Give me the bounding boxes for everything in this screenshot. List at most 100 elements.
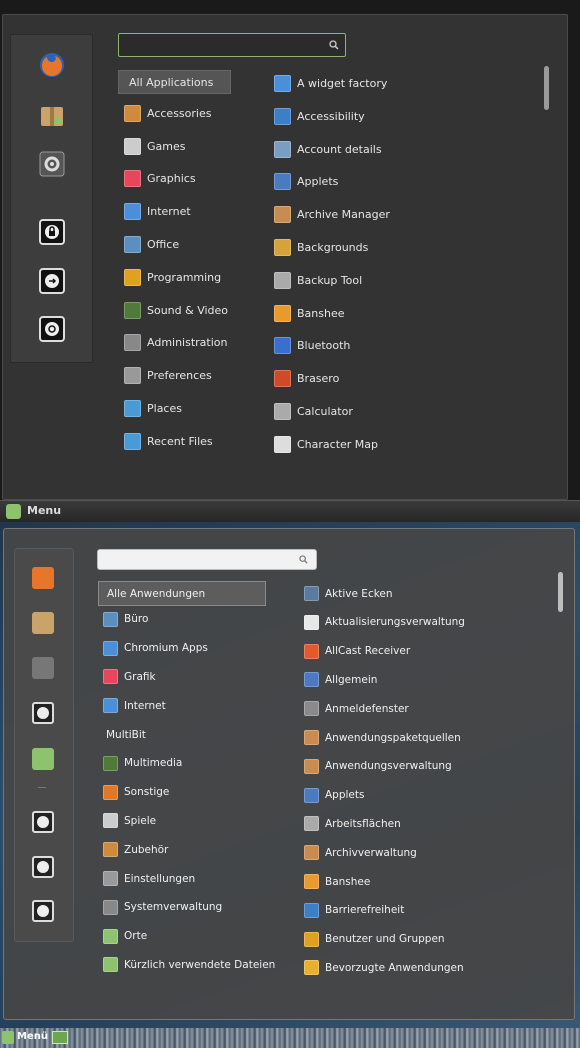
logout-icon[interactable] [39,268,65,294]
package-icon[interactable] [39,103,65,129]
category-item[interactable]: Zubehör [103,840,168,859]
accessibility-icon [274,107,291,125]
users-groups-icon [304,931,319,947]
terminal-icon[interactable] [32,702,54,724]
app-item[interactable]: A widget factory [274,73,387,94]
category-item[interactable]: Orte [103,927,147,946]
package-icon[interactable] [32,612,54,634]
chromium-icon [103,640,118,656]
app-item[interactable]: Account details [274,139,382,160]
firefox-icon[interactable] [39,52,65,78]
category-item[interactable]: Chromium Apps [103,639,208,658]
taskbar-strip: Menu [0,500,580,523]
app-item[interactable]: Archivverwaltung [304,843,417,862]
category-item[interactable]: All Applications [118,70,231,94]
app-item[interactable]: Calculator [274,401,353,422]
scrollbar[interactable] [544,66,549,110]
search-icon [299,555,308,564]
app-item[interactable]: Applets [274,171,338,192]
app-item[interactable]: Banshee [274,303,345,324]
menu-button-label[interactable]: Menu [27,504,61,517]
app-item[interactable]: Arbeitsflächen [304,814,401,833]
category-item[interactable]: Büro [103,610,148,629]
category-item[interactable]: Internet [103,696,166,715]
app-item[interactable]: Aktive Ecken [304,584,393,603]
system-settings-icon[interactable] [32,657,54,679]
category-item[interactable]: Places [124,398,182,419]
app-item[interactable]: Archive Manager [274,204,390,225]
app-item[interactable]: Allgemein [304,670,377,689]
category-label: Orte [124,930,148,943]
category-item[interactable]: Graphics [124,168,196,189]
lock-icon[interactable] [32,811,54,833]
search-input[interactable] [125,37,329,55]
search-box[interactable] [97,549,317,570]
administration-icon [103,899,118,915]
show-desktop-icon[interactable] [52,1031,68,1044]
app-item[interactable]: Brasero [274,368,339,389]
category-item[interactable]: Sound & Video [124,300,228,321]
mint-logo-icon[interactable] [6,504,21,519]
lock-icon[interactable] [39,219,65,245]
category-item[interactable]: Alle Anwendungen [98,581,266,606]
system-settings-icon[interactable] [39,151,65,177]
app-item[interactable]: Backgrounds [274,237,368,258]
category-item[interactable]: Einstellungen [103,869,195,888]
category-item[interactable]: Recent Files [124,431,213,452]
internet-icon [124,203,141,221]
app-item[interactable]: Banshee [304,872,370,891]
accessibility-icon [304,902,319,918]
app-item[interactable]: Bluetooth [274,335,350,356]
app-item[interactable]: Anwendungspaketquellen [304,728,461,747]
shutdown-icon[interactable] [39,316,65,342]
category-item[interactable]: Spiele [103,811,156,830]
category-label: All Applications [129,75,214,89]
category-label: Systemverwaltung [124,901,223,914]
app-label: Benutzer und Gruppen [325,933,445,946]
backgrounds-icon [274,239,291,256]
category-label: Recent Files [147,434,213,448]
category-item[interactable]: Systemverwaltung [103,898,222,917]
app-label: Accessibility [297,109,365,123]
app-item[interactable]: Applets [304,786,364,805]
app-label: Applets [297,175,339,189]
search-input[interactable] [104,552,298,569]
category-item[interactable]: Multimedia [103,754,182,773]
multimedia-icon [103,755,118,771]
app-item[interactable]: Aktualisierungsverwaltung [304,613,465,632]
shutdown-icon[interactable] [32,900,54,922]
category-item[interactable]: Internet [124,201,191,222]
folder-icon[interactable] [32,748,54,770]
app-item[interactable]: Anmeldefenster [304,699,409,718]
app-item[interactable]: Accessibility [274,106,365,127]
sound-video-icon [124,301,141,319]
app-label: Bluetooth [297,339,351,353]
category-item[interactable]: Games [124,136,185,157]
category-item[interactable]: Administration [124,332,228,353]
preferences-icon [103,871,118,886]
search-box[interactable] [118,33,346,57]
menu-button-label[interactable]: Menü [17,1031,48,1042]
widget-factory-icon [274,75,291,92]
games-icon [124,137,141,155]
category-item[interactable]: MultiBit [106,725,146,744]
scrollbar[interactable] [558,572,563,612]
mint-logo-icon[interactable] [2,1031,14,1044]
app-item[interactable]: Anwendungsverwaltung [304,757,452,776]
app-item[interactable]: Character Map [274,434,378,455]
firefox-icon[interactable] [32,567,54,589]
app-item[interactable]: Benutzer und Gruppen [304,930,445,949]
category-item[interactable]: Preferences [124,365,212,386]
app-label: A widget factory [297,77,388,90]
app-item[interactable]: AllCast Receiver [304,642,410,661]
category-item[interactable]: Kürzlich verwendete Dateien [103,955,275,974]
logout-icon[interactable] [32,856,54,878]
app-item[interactable]: Bevorzugte Anwendungen [304,958,464,977]
category-item[interactable]: Programming [124,267,221,288]
category-item[interactable]: Accessories [124,103,211,124]
app-item[interactable]: Backup Tool [274,270,362,291]
app-item[interactable]: Barrierefreiheit [304,901,404,920]
category-item[interactable]: Office [124,234,179,255]
category-item[interactable]: Grafik [103,667,156,686]
category-item[interactable]: Sonstige [103,783,169,802]
